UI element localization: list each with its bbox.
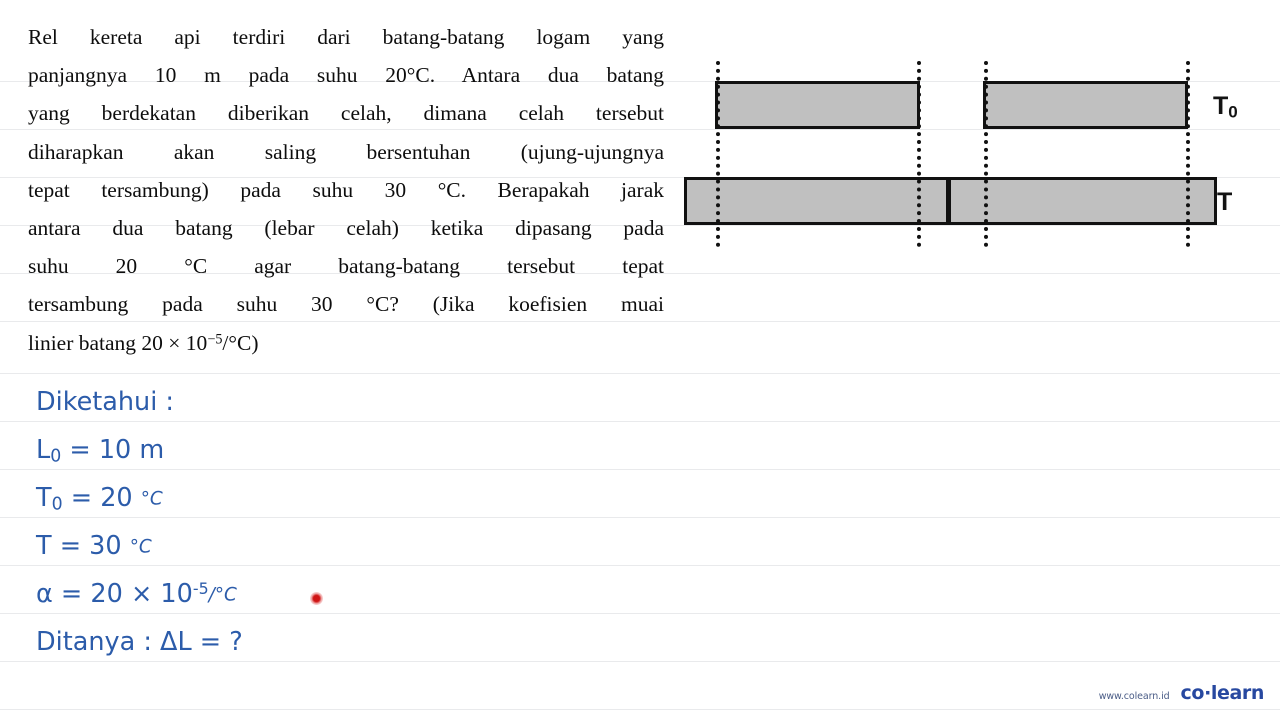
given-t-unit: °C	[129, 536, 152, 558]
given-t: T = 30 °C	[36, 522, 796, 570]
given-l0-value: = 10 m	[69, 435, 165, 465]
watermark-url: www.colearn.id	[1098, 691, 1170, 702]
given-l0-subscript: 0	[50, 446, 62, 467]
given-t0: T0 = 20 °C	[36, 474, 796, 522]
alignment-guide-line	[917, 61, 921, 247]
question-line: diharapkan akan saling bersentuhan (ujun…	[28, 139, 664, 164]
given-alpha: α = 20 × 10-5/°C	[36, 570, 796, 618]
bottom-left-bar	[684, 177, 949, 225]
temperature-label-t0-symbol: T	[1213, 92, 1229, 120]
question-line: tersambung pada suhu 30 °C? (Jika koefis…	[28, 292, 664, 317]
asked-value: ΔL = ?	[160, 627, 243, 657]
given-alpha-value: = 20 × 10	[60, 579, 193, 609]
alignment-guide-line	[716, 61, 720, 247]
given-alpha-exponent: -5	[192, 579, 209, 599]
rule-line	[0, 373, 1280, 374]
given-t0-unit: °C	[140, 488, 163, 510]
given-t0-symbol: T	[36, 483, 52, 513]
answer-heading: Diketahui :	[36, 378, 796, 426]
temperature-label-t: T	[1217, 188, 1233, 216]
given-alpha-unit: /°C	[208, 584, 237, 606]
watermark-logo: co·learn	[1180, 682, 1265, 704]
top-right-bar	[983, 81, 1188, 129]
given-l0-symbol: L	[36, 435, 51, 465]
alignment-guide-line	[1186, 61, 1190, 247]
watermark: www.colearn.id co·learn	[1098, 682, 1265, 704]
question-line: linier batang 20 × 10−5/°C)	[28, 330, 259, 355]
given-t-value: = 30	[59, 531, 130, 561]
question-line: Rel kereta api terdiri dari batang-batan…	[28, 25, 664, 49]
question-line: panjangnya 10 m pada suhu 20°C. Antara d…	[28, 63, 664, 88]
temperature-label-t0-subscript: 0	[1228, 102, 1238, 122]
question-text: Rel kereta api terdiri dari batang-batan…	[28, 18, 664, 362]
top-left-bar	[715, 81, 920, 129]
asked-line: Ditanya : ΔL = ?	[36, 618, 796, 666]
given-t-symbol: T	[36, 531, 52, 561]
cursor-dot	[310, 592, 323, 605]
rule-line	[0, 709, 1280, 710]
alignment-guide-line	[984, 61, 988, 247]
question-line: suhu 20 °C agar batang-batang tersebut t…	[28, 254, 664, 279]
question-line: antara dua batang (lebar celah) ketika d…	[28, 216, 664, 241]
bottom-right-bar	[948, 177, 1217, 225]
given-alpha-symbol: α	[36, 579, 53, 609]
given-t0-value: = 20	[70, 483, 141, 513]
worksheet-page: Rel kereta api terdiri dari batang-batan…	[0, 0, 1280, 720]
given-l0: L0 = 10 m	[36, 426, 796, 474]
question-line: tepat tersambung) pada suhu 30 °C. Berap…	[28, 177, 664, 202]
asked-label: Ditanya :	[36, 627, 161, 657]
question-line: yang berdekatan diberikan celah, dimana …	[28, 101, 664, 126]
answer-block: Diketahui : L0 = 10 m T0 = 20 °C T = 30 …	[36, 378, 796, 666]
given-t0-subscript: 0	[51, 494, 63, 515]
temperature-label-t0: T0	[1213, 92, 1238, 122]
answer-heading-text: Diketahui :	[36, 387, 174, 417]
